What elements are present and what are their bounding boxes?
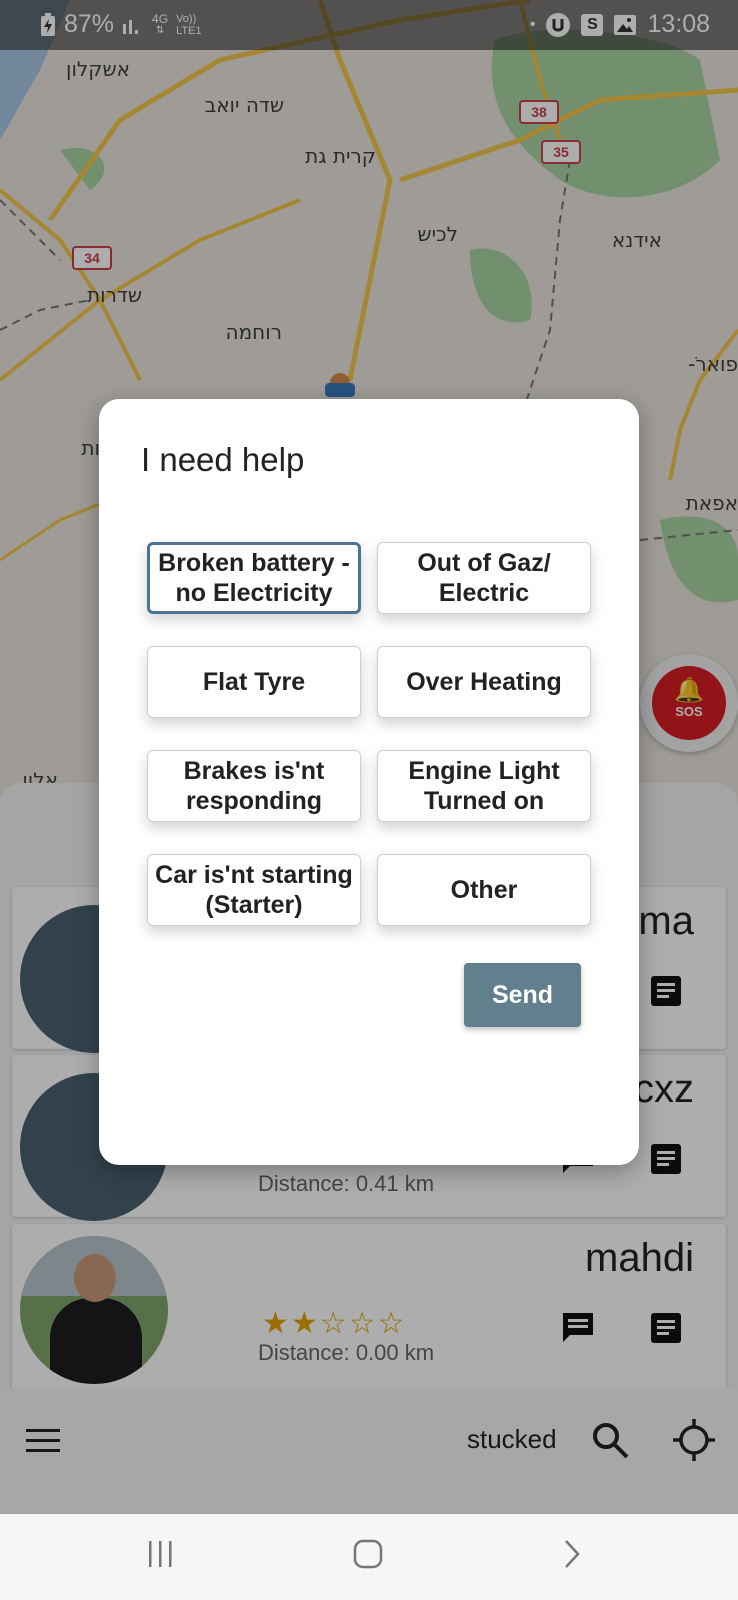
recents-icon[interactable] — [146, 1538, 176, 1570]
option-broken-battery[interactable]: Broken battery - no Electricity — [147, 542, 361, 614]
option-engine-light[interactable]: Engine Light Turned on — [377, 750, 591, 822]
system-nav-bar — [0, 1514, 738, 1600]
option-out-of-gaz[interactable]: Out of Gaz/ Electric — [377, 542, 591, 614]
back-icon[interactable] — [560, 1538, 584, 1570]
help-dialog: I need help Broken battery - no Electric… — [99, 399, 639, 1165]
option-car-not-starting[interactable]: Car is'nt starting (Starter) — [147, 854, 361, 926]
home-icon[interactable] — [352, 1538, 384, 1570]
option-flat-tyre[interactable]: Flat Tyre — [147, 646, 361, 718]
send-button[interactable]: Send — [464, 963, 581, 1027]
option-brakes[interactable]: Brakes is'nt responding — [147, 750, 361, 822]
option-over-heating[interactable]: Over Heating — [377, 646, 591, 718]
option-other[interactable]: Other — [377, 854, 591, 926]
dialog-title: I need help — [141, 441, 305, 478]
